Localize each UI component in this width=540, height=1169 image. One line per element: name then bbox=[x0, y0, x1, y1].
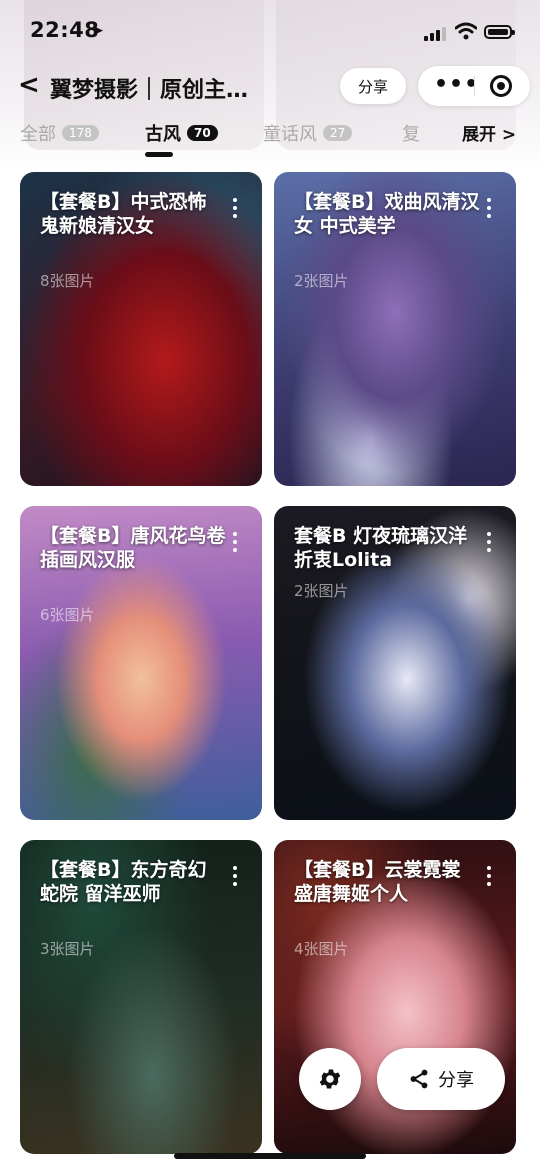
tab-count-badge: 27 bbox=[323, 125, 353, 141]
album-title: 【套餐B】中式恐怖 鬼新娘清汉女 bbox=[40, 191, 207, 237]
tab-count-badge: 178 bbox=[62, 125, 99, 141]
album-card[interactable]: 套餐B 灯夜琉璃汉洋折衷Lolita 2张图片 bbox=[274, 506, 516, 820]
album-photo-count: 8张图片 bbox=[40, 272, 95, 290]
tab-label: 童话风 bbox=[263, 124, 317, 145]
mini-program-close-icon[interactable] bbox=[490, 75, 512, 97]
album-photo-count: 2张图片 bbox=[294, 582, 349, 600]
album-title: 套餐B 灯夜琉璃汉洋折衷Lolita bbox=[294, 525, 468, 571]
album-card[interactable]: 【套餐B】戏曲风清汉女 中式美学 2张图片 bbox=[274, 172, 516, 486]
tab-gufeng[interactable]: 古风 70 bbox=[145, 118, 218, 148]
category-tabs: 全部 178 古风 70 童话风 27 复 展开 > bbox=[0, 118, 540, 162]
expand-tabs-button[interactable]: 展开 > bbox=[462, 120, 516, 145]
more-vertical-icon[interactable] bbox=[486, 198, 492, 222]
album-card[interactable]: 【套餐B】中式恐怖 鬼新娘清汉女 8张图片 bbox=[20, 172, 262, 486]
capsule-divider bbox=[474, 76, 475, 96]
settings-button[interactable] bbox=[299, 1048, 361, 1110]
more-vertical-icon[interactable] bbox=[232, 532, 238, 556]
gear-icon bbox=[319, 1069, 341, 1089]
album-card[interactable]: 【套餐B】东方奇幻 蛇院 留洋巫师 3张图片 bbox=[20, 840, 262, 1154]
more-vertical-icon[interactable] bbox=[486, 532, 492, 556]
tab-label: 全部 bbox=[20, 124, 56, 145]
more-vertical-icon[interactable] bbox=[486, 866, 492, 890]
album-photo-count: 4张图片 bbox=[294, 940, 349, 958]
album-title: 【套餐B】东方奇幻 蛇院 留洋巫师 bbox=[40, 859, 207, 905]
album-photo-count: 2张图片 bbox=[294, 272, 349, 290]
more-vertical-icon[interactable] bbox=[232, 866, 238, 890]
status-time: 22:48 bbox=[30, 18, 100, 42]
more-vertical-icon[interactable] bbox=[232, 198, 238, 222]
tab-partial[interactable]: 复 bbox=[402, 118, 420, 148]
album-photo-count: 3张图片 bbox=[40, 940, 95, 958]
cellular-signal-icon bbox=[424, 27, 448, 41]
tab-label: 复 bbox=[402, 124, 420, 145]
tab-label: 古风 bbox=[145, 124, 181, 145]
nav-bar: < 翼梦摄影｜原创主… 分享 ••• bbox=[0, 62, 540, 112]
share-pill-button[interactable]: 分享 bbox=[340, 68, 406, 104]
battery-icon bbox=[484, 25, 515, 39]
location-arrow-icon: ➤ bbox=[92, 23, 104, 39]
page-title: 翼梦摄影｜原创主… bbox=[50, 78, 249, 103]
album-title: 【套餐B】云裳霓裳 盛唐舞姬个人 bbox=[294, 859, 461, 905]
back-chevron-icon[interactable]: < bbox=[18, 70, 40, 100]
share-button-label: 分享 bbox=[438, 1070, 474, 1091]
active-tab-indicator bbox=[145, 152, 173, 157]
share-button[interactable]: 分享 bbox=[377, 1048, 505, 1110]
album-photo-count: 6张图片 bbox=[40, 606, 95, 624]
album-card[interactable]: 【套餐B】唐风花鸟卷 插画风汉服 6张图片 bbox=[20, 506, 262, 820]
album-title: 【套餐B】唐风花鸟卷 插画风汉服 bbox=[40, 525, 226, 571]
tab-fairytale[interactable]: 童话风 27 bbox=[263, 118, 353, 148]
tab-all[interactable]: 全部 178 bbox=[20, 118, 99, 148]
mini-program-capsule: ••• bbox=[418, 66, 530, 106]
share-icon bbox=[410, 1069, 428, 1089]
more-dots-icon[interactable]: ••• bbox=[434, 72, 479, 97]
tab-count-badge: 70 bbox=[187, 125, 218, 141]
home-indicator bbox=[174, 1153, 366, 1159]
wifi-icon bbox=[455, 22, 477, 40]
album-title: 【套餐B】戏曲风清汉女 中式美学 bbox=[294, 191, 480, 237]
status-bar: 22:48 ➤ bbox=[0, 14, 540, 52]
